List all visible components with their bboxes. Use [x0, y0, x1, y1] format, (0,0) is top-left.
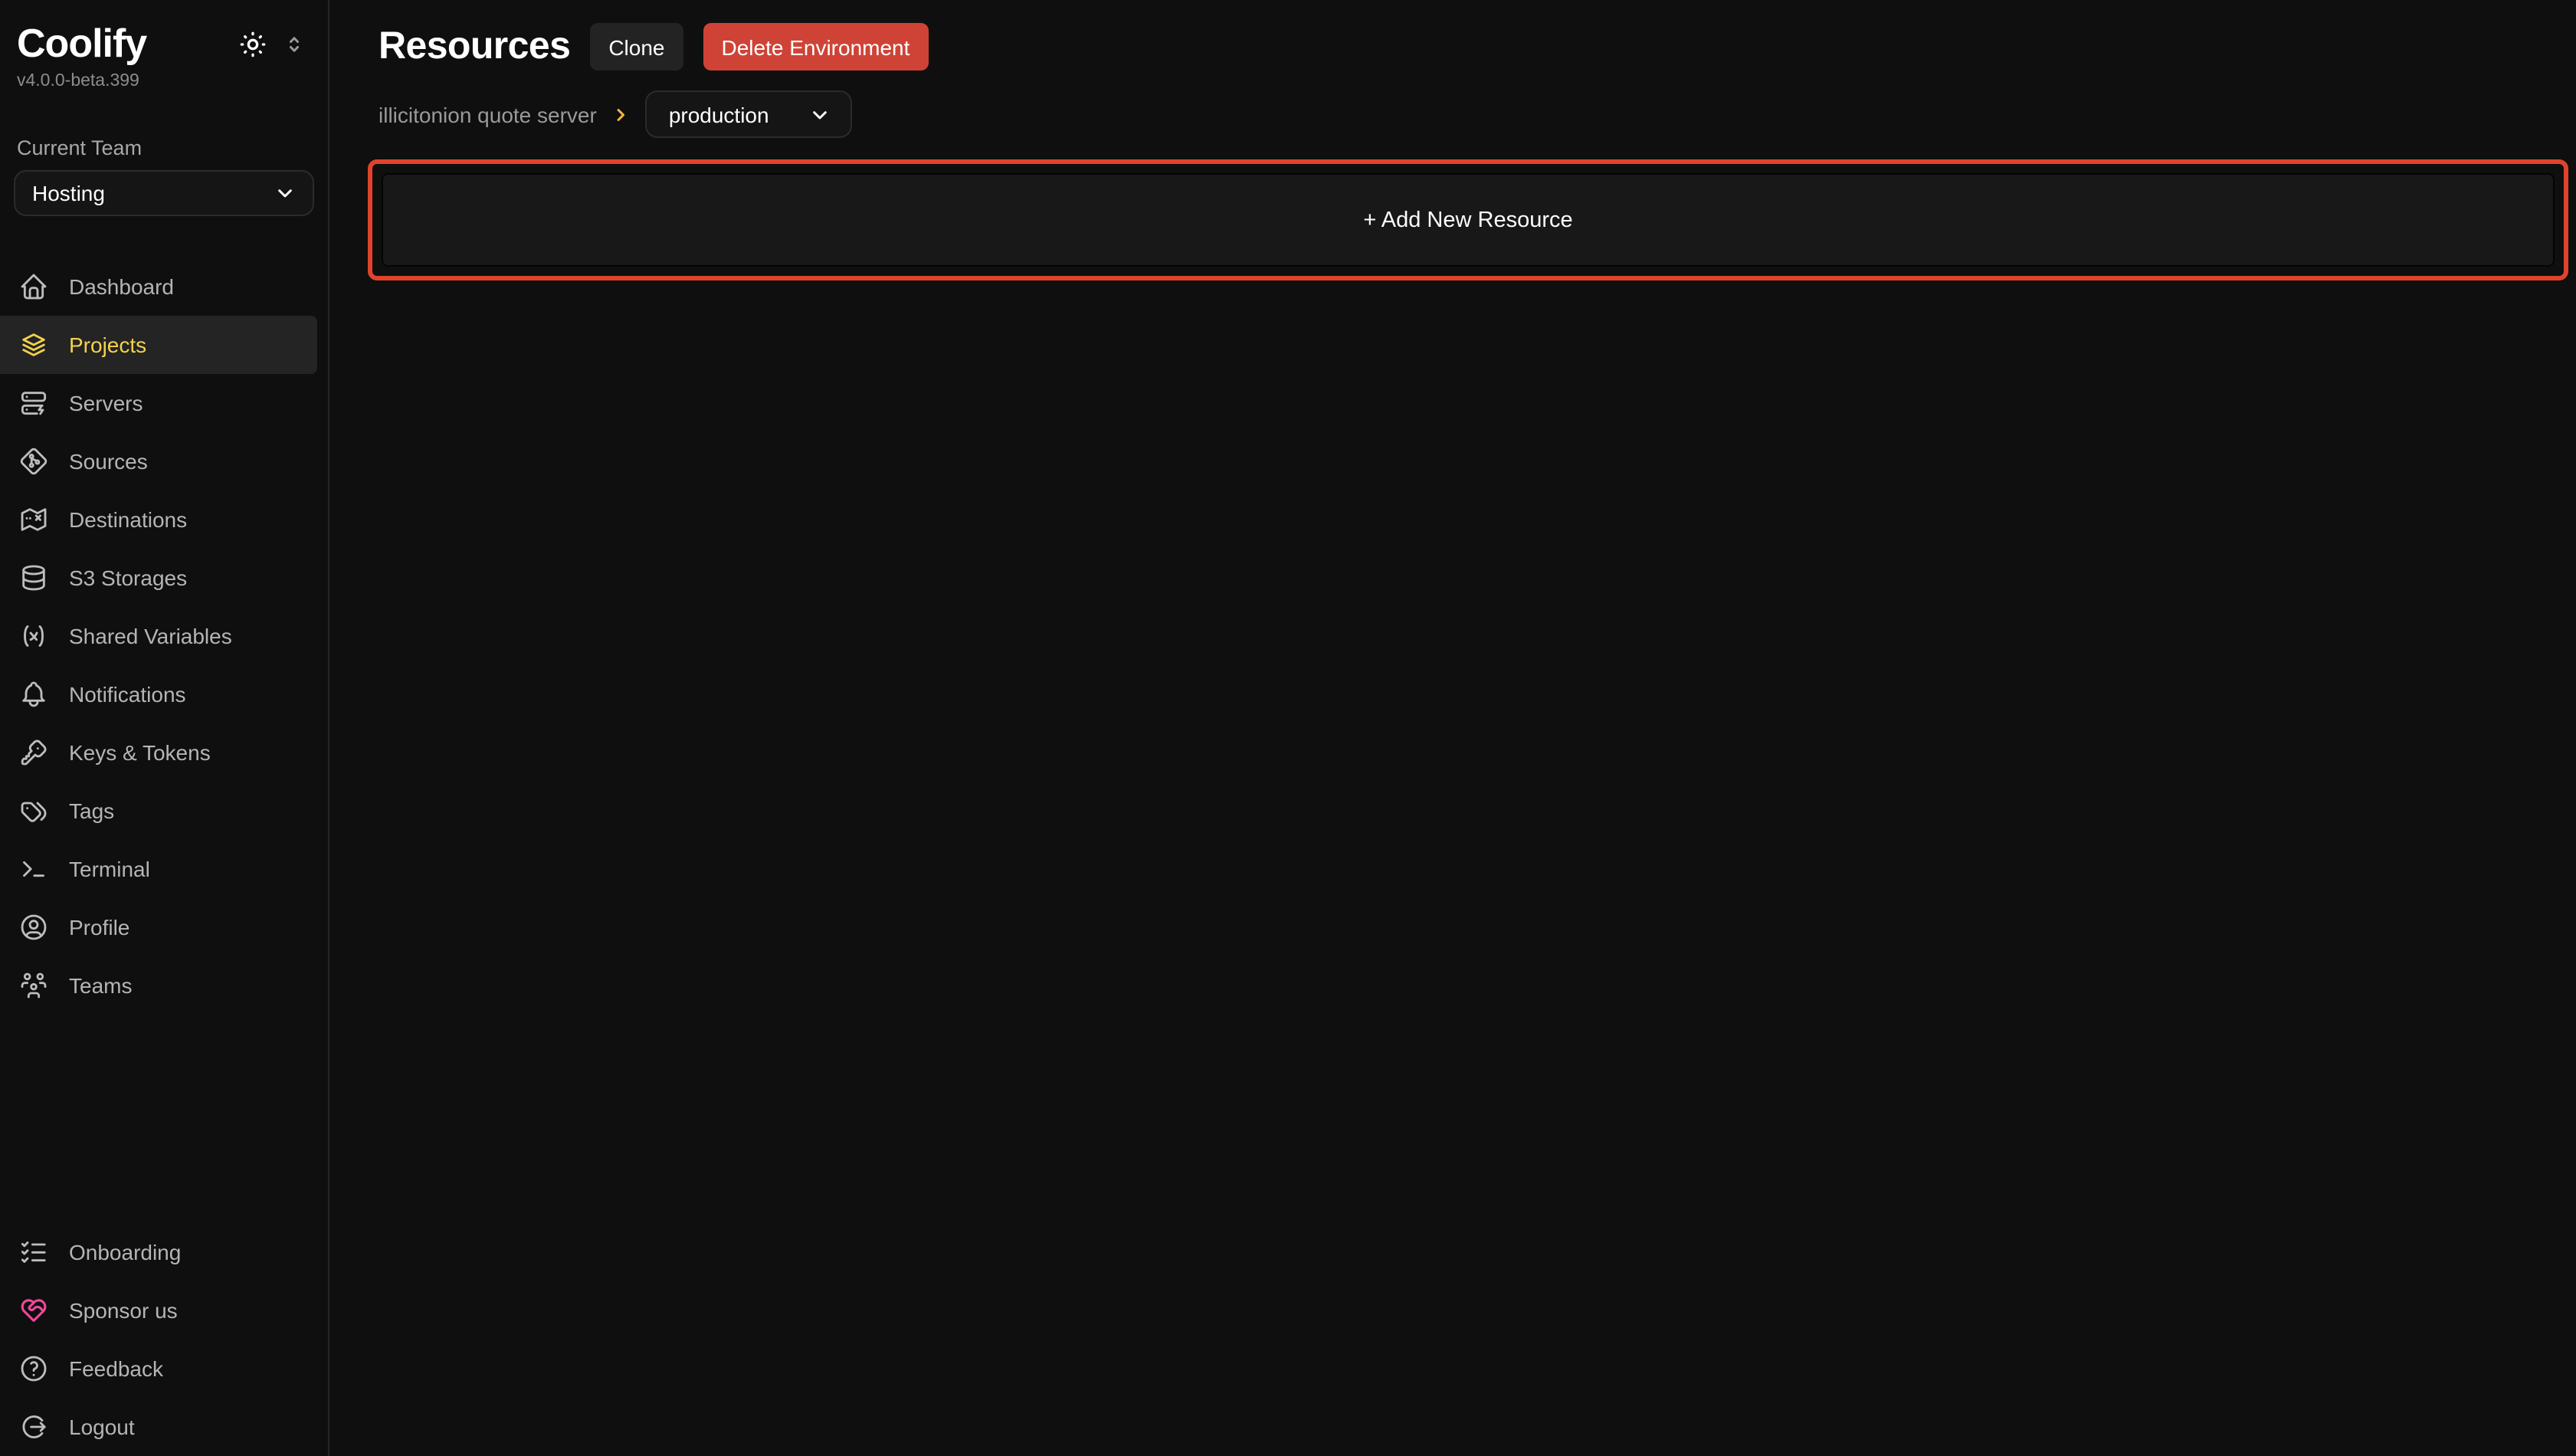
- app-root: Coolify v4.0.0-beta.399 Current Team Hos…: [0, 0, 2576, 1456]
- sidebar-item-label: Keys & Tokens: [69, 741, 211, 764]
- add-new-resource-label: + Add New Resource: [1363, 208, 1572, 232]
- sidebar-item-servers[interactable]: Servers: [0, 374, 317, 432]
- sidebar-item-dashboard[interactable]: Dashboard: [0, 257, 317, 316]
- sidebar-item-s3-storages[interactable]: S3 Storages: [0, 549, 317, 607]
- page-title: Resources: [379, 25, 570, 69]
- sidebar-item-label: Dashboard: [69, 275, 174, 298]
- sidebar-item-label: Destinations: [69, 508, 187, 531]
- sidebar-item-label: Shared Variables: [69, 625, 232, 648]
- sidebar-item-sources[interactable]: Sources: [0, 432, 317, 490]
- user-circle-icon: [18, 912, 49, 943]
- theme-sun-icon[interactable]: [238, 28, 268, 59]
- version-selector-icon[interactable]: [282, 30, 306, 57]
- sidebar-nav: Dashboard Projects: [0, 257, 317, 1015]
- sidebar-item-label: Teams: [69, 974, 132, 997]
- chevron-down-icon: [808, 102, 833, 126]
- server-bolt-icon: [18, 388, 49, 418]
- current-team-label: Current Team: [17, 136, 328, 159]
- sidebar-item-terminal[interactable]: Terminal: [0, 840, 317, 898]
- checklist-icon: [18, 1237, 49, 1267]
- environment-select-value: production: [669, 102, 769, 126]
- page-header: Resources Clone Delete Environment: [329, 0, 2576, 71]
- team-select-value: Hosting: [32, 181, 105, 205]
- sidebar-item-label: Tags: [69, 799, 114, 822]
- sidebar-item-label: Feedback: [69, 1357, 163, 1380]
- sidebar-item-keys-tokens[interactable]: Keys & Tokens: [0, 723, 317, 782]
- help-circle-icon: [18, 1353, 49, 1384]
- sidebar-item-label: Terminal: [69, 858, 150, 880]
- home-icon: [18, 271, 49, 302]
- sidebar-item-label: Sources: [69, 450, 148, 473]
- chevron-down-icon: [273, 181, 297, 205]
- heart-handshake-icon: [18, 1295, 49, 1326]
- breadcrumb-chevron-icon: [611, 103, 632, 125]
- breadcrumb-project-link[interactable]: illicitonion quote server: [379, 102, 597, 126]
- sidebar-spacer: [0, 1015, 328, 1223]
- clone-button[interactable]: Clone: [590, 23, 683, 71]
- sidebar-item-logout[interactable]: Logout: [0, 1398, 317, 1456]
- logout-icon: [18, 1412, 49, 1442]
- sidebar-item-label: Sponsor us: [69, 1299, 178, 1322]
- sidebar-item-profile[interactable]: Profile: [0, 898, 317, 956]
- users-group-icon: [18, 970, 49, 1001]
- sidebar-item-label: Projects: [69, 333, 146, 356]
- tags-icon: [18, 795, 49, 826]
- sidebar-footer-nav: Onboarding Sponsor us: [0, 1223, 317, 1456]
- sidebar: Coolify v4.0.0-beta.399 Current Team Hos…: [0, 0, 329, 1456]
- database-icon: [18, 562, 49, 593]
- sidebar-item-notifications[interactable]: Notifications: [0, 665, 317, 723]
- sidebar-item-teams[interactable]: Teams: [0, 956, 317, 1015]
- sidebar-item-projects[interactable]: Projects: [0, 316, 317, 374]
- terminal-icon: [18, 854, 49, 884]
- sidebar-item-label: Logout: [69, 1415, 135, 1438]
- sidebar-item-sponsor-us[interactable]: Sponsor us: [0, 1281, 317, 1340]
- environment-select[interactable]: production: [646, 90, 853, 138]
- bell-icon: [18, 679, 49, 710]
- map-icon: [18, 504, 49, 535]
- sidebar-item-label: Notifications: [69, 683, 186, 706]
- sidebar-item-label: Servers: [69, 392, 143, 415]
- app-logo[interactable]: Coolify: [17, 20, 146, 67]
- sidebar-item-shared-variables[interactable]: Shared Variables: [0, 607, 317, 665]
- add-resource-highlight-ring: + Add New Resource: [368, 159, 2568, 280]
- sidebar-item-destinations[interactable]: Destinations: [0, 490, 317, 549]
- sidebar-item-label: S3 Storages: [69, 566, 187, 589]
- sidebar-item-onboarding[interactable]: Onboarding: [0, 1223, 317, 1281]
- team-select[interactable]: Hosting: [14, 170, 314, 216]
- sidebar-item-feedback[interactable]: Feedback: [0, 1340, 317, 1398]
- key-icon: [18, 737, 49, 768]
- sidebar-header: Coolify: [0, 20, 328, 67]
- add-new-resource-button[interactable]: + Add New Resource: [382, 173, 2555, 267]
- variable-icon: [18, 621, 49, 651]
- breadcrumb: illicitonion quote server production: [329, 71, 2576, 138]
- git-source-icon: [18, 446, 49, 477]
- sidebar-header-icons: [238, 28, 306, 59]
- layers-icon: [18, 330, 49, 360]
- sidebar-item-label: Onboarding: [69, 1241, 181, 1264]
- sidebar-item-label: Profile: [69, 916, 129, 939]
- sidebar-item-tags[interactable]: Tags: [0, 782, 317, 840]
- delete-environment-button[interactable]: Delete Environment: [703, 23, 929, 71]
- app-version: v4.0.0-beta.399: [0, 67, 328, 90]
- main-content: Resources Clone Delete Environment illic…: [329, 0, 2576, 1456]
